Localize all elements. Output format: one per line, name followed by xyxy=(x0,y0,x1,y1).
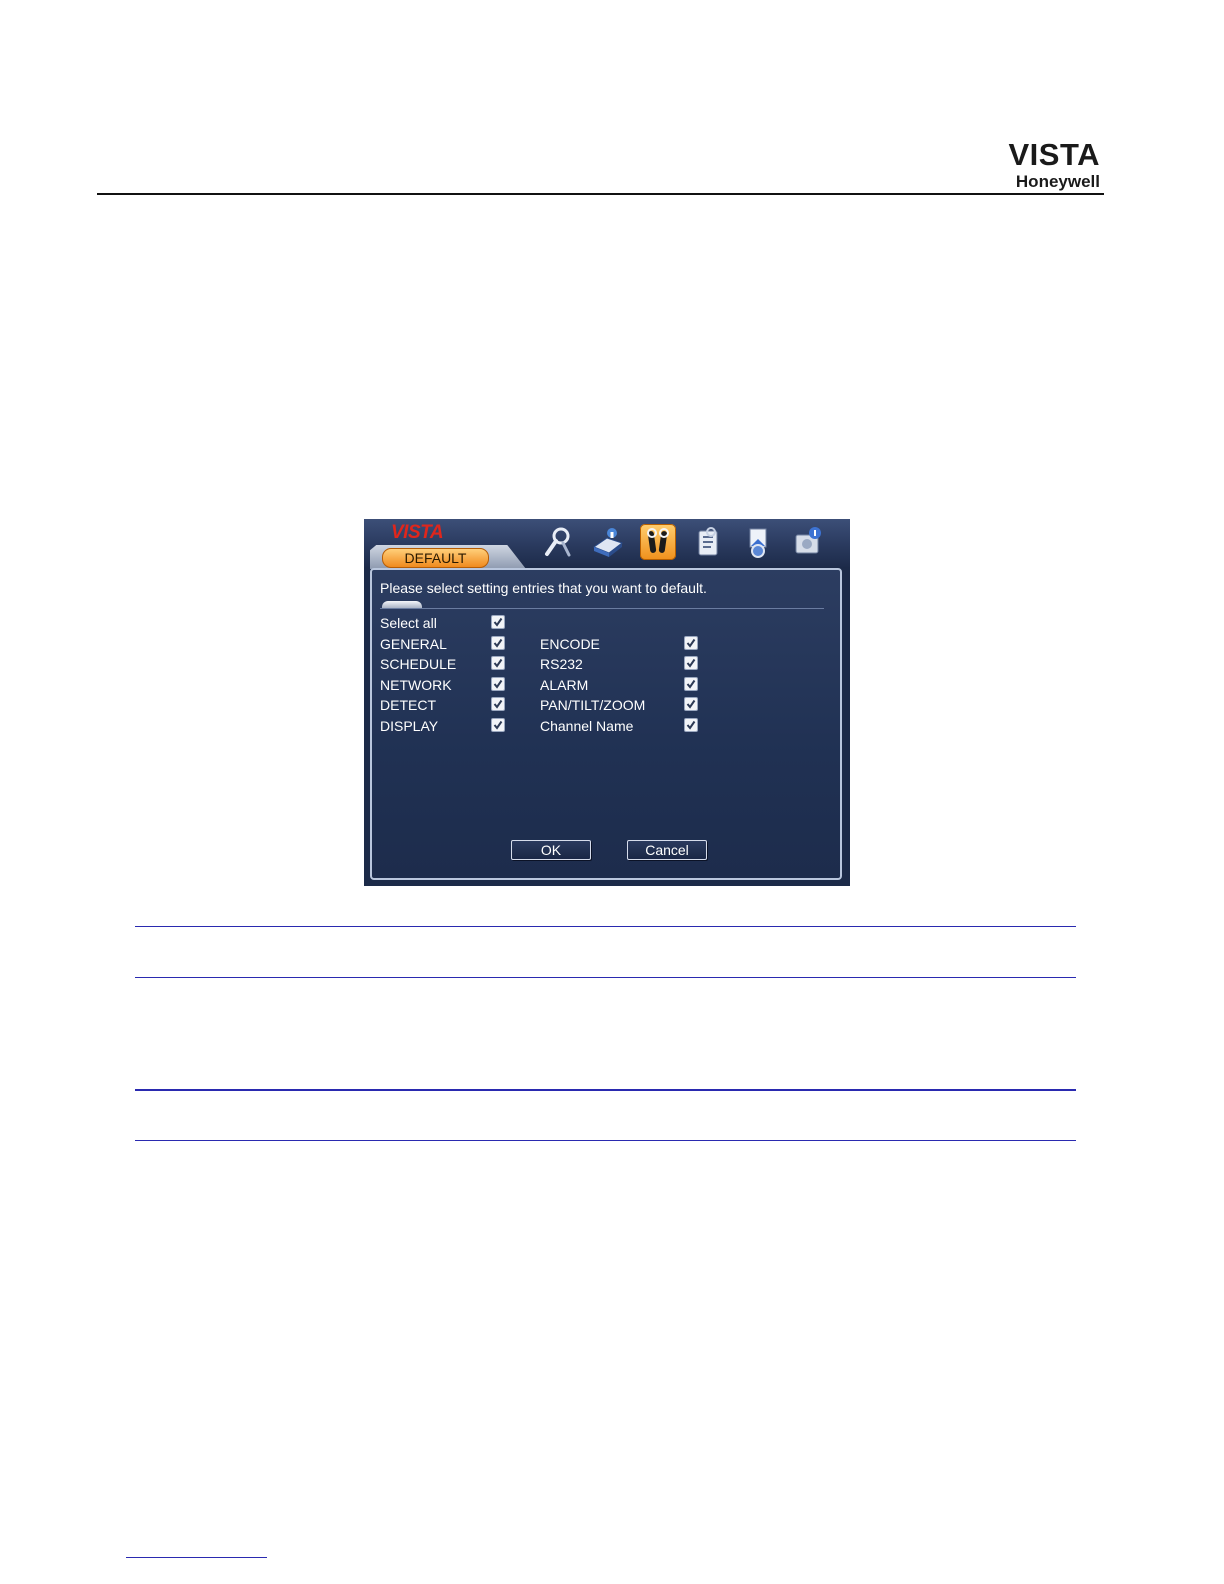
select-all-checkbox[interactable] xyxy=(491,615,505,629)
dvr-logo: VISTA xyxy=(391,522,444,543)
option-schedule-checkbox[interactable] xyxy=(491,656,505,670)
header-divider xyxy=(97,193,1104,195)
ok-button[interactable]: OK xyxy=(511,840,591,860)
option-rs232-label: RS232 xyxy=(540,656,583,672)
option-rs232-checkbox[interactable] xyxy=(684,656,698,670)
default-settings-dialog: VISTA DEFAULT Please select setting entr… xyxy=(364,519,850,886)
table-rule-2 xyxy=(135,977,1076,978)
camera-search-icon[interactable] xyxy=(540,524,576,560)
option-detect-checkbox[interactable] xyxy=(491,697,505,711)
option-encode-checkbox[interactable] xyxy=(684,636,698,650)
disk-icon[interactable] xyxy=(790,524,826,560)
option-network-label: NETWORK xyxy=(380,677,452,693)
separator-track xyxy=(380,608,824,609)
option-detect-label: DETECT xyxy=(380,697,436,713)
separator-knob xyxy=(382,601,422,608)
info-book-icon[interactable] xyxy=(590,524,626,560)
option-ptz-label: PAN/TILT/ZOOM xyxy=(540,697,646,713)
report-icon[interactable] xyxy=(690,524,726,560)
option-general-checkbox[interactable] xyxy=(491,636,505,650)
option-ptz-checkbox[interactable] xyxy=(684,697,698,711)
dialog-content: Please select setting entries that you w… xyxy=(370,568,842,880)
tab-default[interactable]: DEFAULT xyxy=(382,548,489,568)
toolbar-icons xyxy=(540,524,826,562)
option-general-label: GENERAL xyxy=(380,636,447,652)
table-rule-4 xyxy=(135,1140,1076,1141)
option-alarm-checkbox[interactable] xyxy=(684,677,698,691)
option-channel-name-label: Channel Name xyxy=(540,718,634,734)
brand-main: VISTA xyxy=(1008,137,1100,172)
cancel-button[interactable]: Cancel xyxy=(627,840,707,860)
footnote-rule xyxy=(126,1557,267,1558)
table-rule-1 xyxy=(135,926,1076,927)
tools-icon[interactable] xyxy=(640,524,676,560)
dialog-toolbar: VISTA DEFAULT xyxy=(364,519,850,569)
instruction-text: Please select setting entries that you w… xyxy=(380,580,707,596)
option-display-label: DISPLAY xyxy=(380,718,439,734)
option-display-checkbox[interactable] xyxy=(491,718,505,732)
brand-sub: Honeywell xyxy=(1015,172,1100,191)
option-alarm-label: ALARM xyxy=(540,677,589,693)
option-network-checkbox[interactable] xyxy=(491,677,505,691)
option-encode-label: ENCODE xyxy=(540,636,600,652)
brand-logo: VISTA Honeywell xyxy=(1008,137,1101,192)
table-rule-3 xyxy=(135,1089,1076,1091)
option-schedule-label: SCHEDULE xyxy=(380,656,457,672)
option-channel-name-checkbox[interactable] xyxy=(684,718,698,732)
select-all-label: Select all xyxy=(380,615,437,631)
backup-icon[interactable] xyxy=(740,524,776,560)
